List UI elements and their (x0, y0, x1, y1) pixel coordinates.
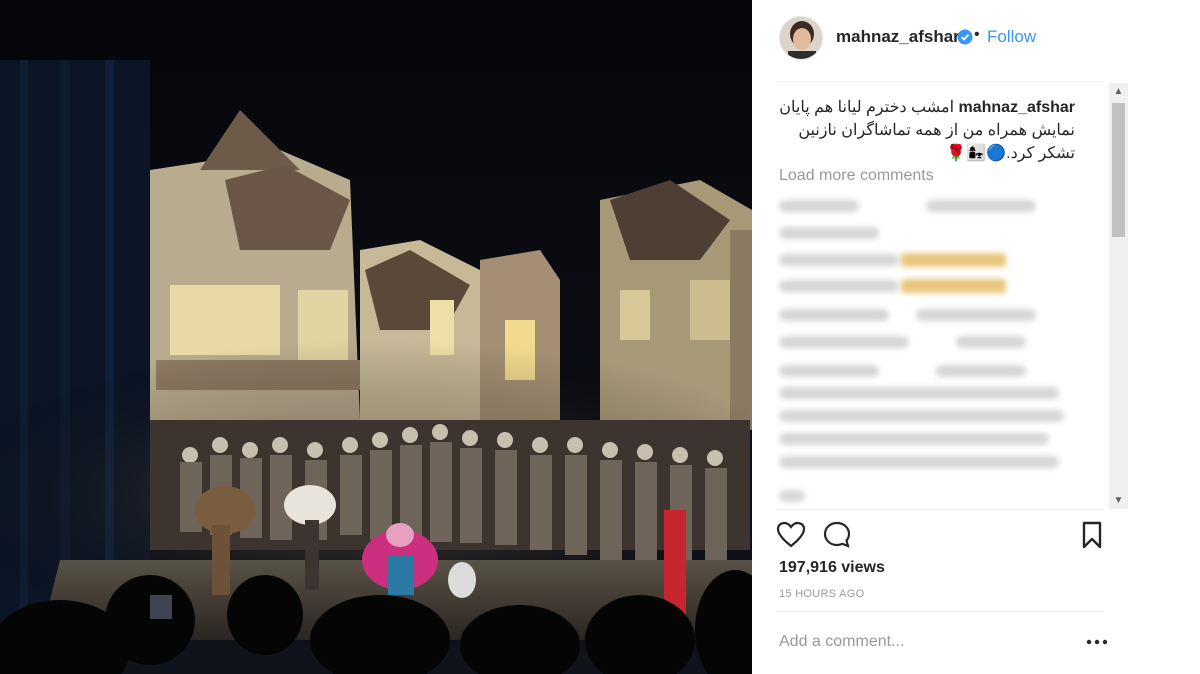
post-header: mahnaz_afshar • Follow (752, 0, 1128, 80)
bookmark-icon[interactable] (1077, 520, 1107, 550)
caption-username[interactable]: mahnaz_afshar (959, 99, 1076, 116)
more-options-icon[interactable] (1085, 630, 1109, 654)
comments-list[interactable]: mahnaz_afshar امشب دخترم لیانا هم پایان … (776, 82, 1128, 512)
separator-dot: • (974, 26, 980, 43)
scroll-thumb[interactable] (1112, 103, 1125, 237)
scroll-up-arrow[interactable]: ▲ (1109, 83, 1128, 100)
timestamp[interactable]: 15 HOURS AGO (779, 588, 865, 600)
heart-icon[interactable] (776, 520, 806, 550)
caption: mahnaz_afshar امشب دخترم لیانا هم پایان … (779, 96, 1075, 165)
page-margin (1128, 0, 1200, 674)
stage-photo (0, 0, 752, 674)
scroll-down-arrow[interactable]: ▼ (1109, 492, 1128, 509)
comment-bubble-icon[interactable] (822, 520, 852, 550)
verified-badge-icon (957, 29, 973, 45)
comments-scrollbar[interactable]: ▲ ▼ (1109, 83, 1128, 509)
username-link[interactable]: mahnaz_afshar (836, 27, 960, 47)
avatar[interactable] (779, 16, 823, 60)
load-more-comments-button[interactable]: Load more comments (779, 167, 934, 185)
actions-divider (776, 509, 1104, 510)
comment-divider (776, 611, 1104, 612)
avatar-image (780, 17, 822, 59)
post-media[interactable] (0, 0, 752, 674)
add-comment-input[interactable]: Add a comment... (779, 633, 1079, 651)
follow-button[interactable]: Follow (987, 27, 1036, 47)
post-panel: mahnaz_afshar • Follow mahnaz_afshar امش… (752, 0, 1128, 674)
views-count[interactable]: 197,916 views (779, 559, 885, 577)
